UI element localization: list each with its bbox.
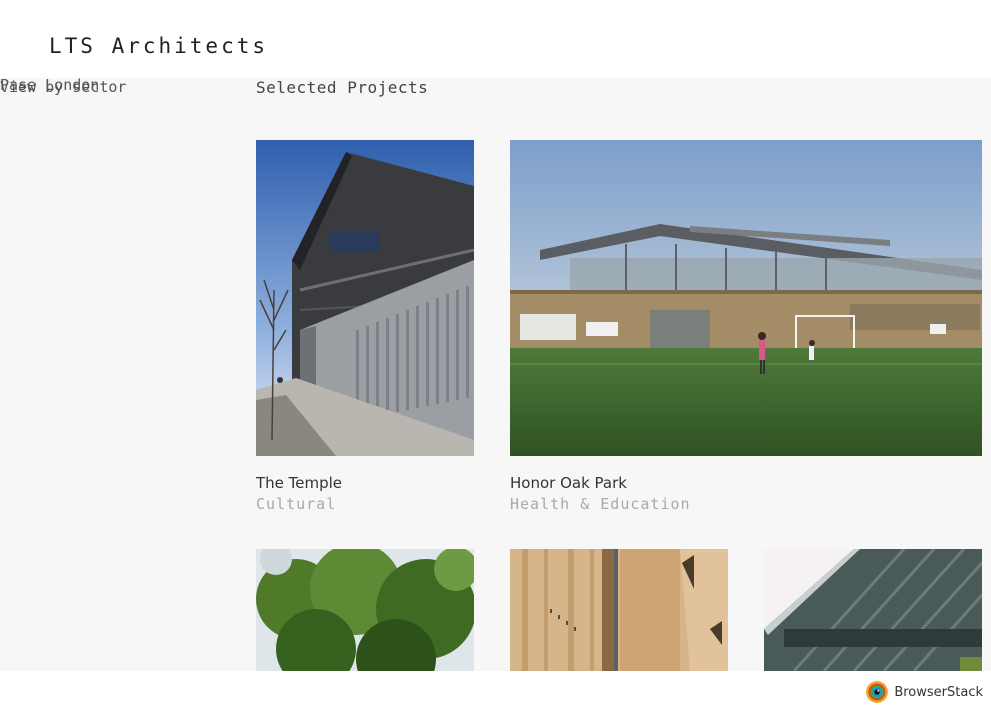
sports-pavilion-photo-icon	[510, 140, 982, 456]
project-sector: Health & Education	[510, 495, 691, 513]
project-card-honor-oak-park[interactable]: Honor Oak Park Health & Education	[510, 140, 982, 520]
site-logo[interactable]: LTS Architects	[49, 34, 268, 58]
project-image-canopy[interactable]	[764, 549, 982, 671]
trees-photo-icon	[256, 549, 474, 671]
project-card-the-temple[interactable]: The Temple Cultural	[256, 140, 474, 520]
browserstack-label: BrowserStack	[894, 684, 983, 700]
building-photo-icon	[256, 140, 474, 456]
sidebar-link-view-by-sector[interactable]: View by sector	[0, 78, 126, 96]
project-image-the-temple[interactable]	[256, 140, 474, 456]
canopy-roof-photo-icon	[764, 549, 982, 671]
timber-cladding-photo-icon	[510, 549, 728, 671]
browserstack-badge[interactable]: BrowserStack	[866, 681, 983, 703]
site-header: LTS Architects	[0, 0, 991, 78]
project-sector: Cultural	[256, 495, 337, 513]
page-title: Selected Projects	[256, 78, 429, 97]
project-title[interactable]: Honor Oak Park	[510, 474, 627, 492]
main-content: Pase London View by sector Selected Proj…	[0, 78, 991, 671]
browserstack-logo-icon	[866, 681, 889, 703]
browserstack-footer: BrowserStack	[0, 671, 991, 710]
project-image-timber[interactable]	[510, 549, 728, 671]
project-image-honor-oak-park[interactable]	[510, 140, 982, 456]
project-title[interactable]: The Temple	[256, 474, 342, 492]
project-image-tree[interactable]	[256, 549, 474, 671]
